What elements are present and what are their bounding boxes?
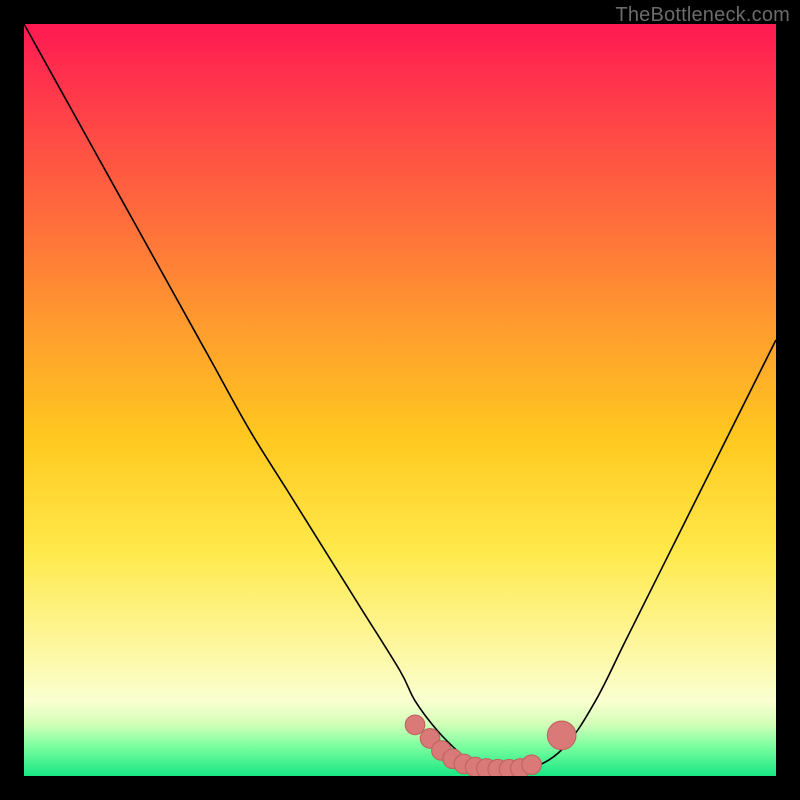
curve-marker [547,721,576,750]
curve-marker [522,755,542,775]
plot-area [24,24,776,776]
chart-svg [24,24,776,776]
watermark-text: TheBottleneck.com [615,4,790,27]
curve-marker [405,715,425,735]
chart-stage: TheBottleneck.com [0,0,800,800]
bottleneck-curve [24,24,776,771]
curve-markers [405,715,576,776]
